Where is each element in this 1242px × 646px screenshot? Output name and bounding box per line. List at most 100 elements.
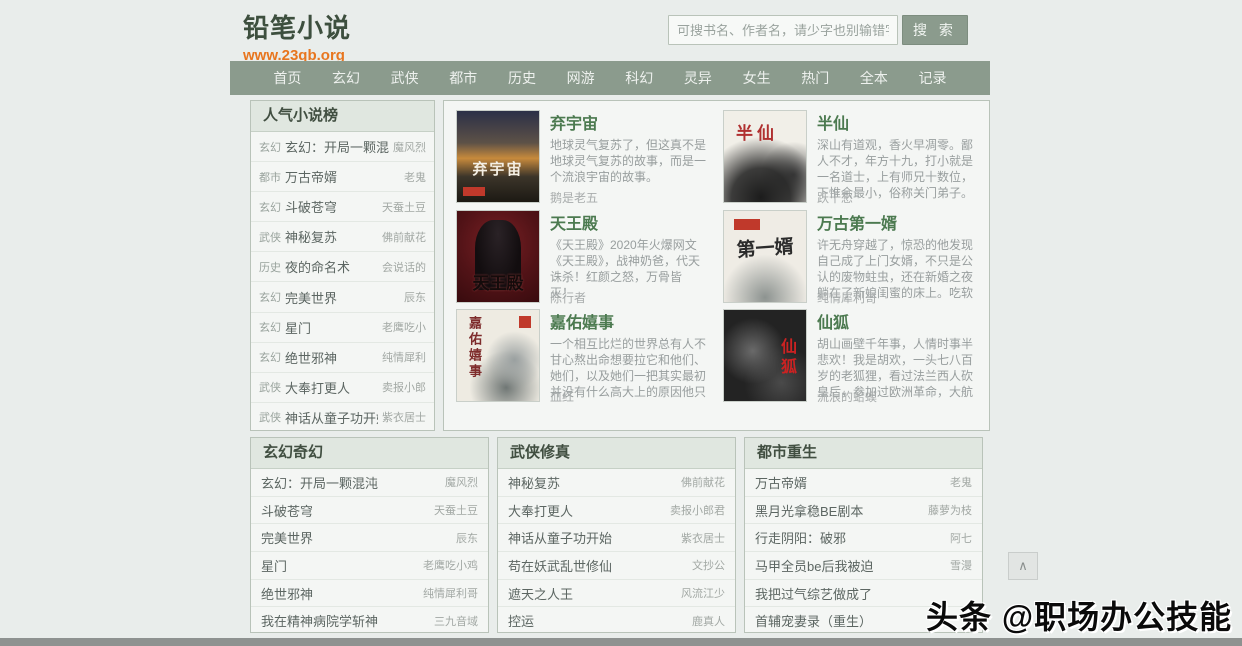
rank-book-author[interactable]: 佛前献花 — [382, 229, 426, 245]
book-cover[interactable]: 半仙 — [723, 110, 807, 203]
rank-category[interactable]: 玄幻 — [259, 349, 281, 365]
section-book-author[interactable]: 魔风烈 — [445, 474, 478, 490]
section-book-title[interactable]: 星门 — [261, 556, 417, 575]
rank-book-title[interactable]: 斗破苍穹 — [285, 197, 378, 216]
section-book-title[interactable]: 完美世界 — [261, 528, 450, 547]
section-book-title[interactable]: 控运 — [508, 611, 686, 630]
section-book-title[interactable]: 绝世邪神 — [261, 584, 417, 603]
section-book-author[interactable]: 风流江少 — [681, 585, 725, 601]
search-button[interactable]: 搜 索 — [902, 15, 968, 45]
rank-book-title[interactable]: 神秘复苏 — [285, 227, 378, 246]
rank-category[interactable]: 玄幻 — [259, 319, 281, 335]
rank-book-author[interactable]: 紫衣居士 — [382, 409, 426, 425]
nav-item[interactable]: 武侠 — [391, 68, 419, 88]
book-title[interactable]: 仙狐 — [817, 309, 977, 333]
section-panel: 玄幻奇幻玄幻：开局一颗混沌魔风烈斗破苍穹天蚕土豆完美世界辰东星门老鹰吃小鸡绝世邪… — [250, 437, 489, 633]
section-book-title[interactable]: 遮天之人王 — [508, 584, 675, 603]
nav-item[interactable]: 灵异 — [684, 68, 712, 88]
rank-book-title[interactable]: 绝世邪神 — [285, 348, 378, 367]
section-book-author[interactable]: 鹿真人 — [692, 613, 725, 629]
rank-book-author[interactable]: 老鬼 — [404, 169, 426, 185]
rank-book-title[interactable]: 神话从童子功开始 — [285, 408, 378, 427]
section-book-author[interactable]: 阿七 — [950, 530, 972, 546]
rank-category[interactable]: 玄幻 — [259, 289, 281, 305]
section-book-title[interactable]: 行走阴阳：破邪 — [755, 528, 944, 547]
section-book-author[interactable]: 纯情犀利哥 — [423, 585, 478, 601]
book-cover[interactable]: 嘉佑嬉事 — [456, 309, 540, 402]
nav-item[interactable]: 全本 — [860, 68, 888, 88]
book-author[interactable]: 鹅是老五 — [550, 189, 598, 206]
book-title[interactable]: 天王殿 — [550, 210, 709, 234]
rank-category[interactable]: 武侠 — [259, 379, 281, 395]
nav-item[interactable]: 网游 — [567, 68, 595, 88]
section-book-author[interactable]: 紫衣居士 — [681, 530, 725, 546]
section-book-author[interactable]: 文抄公 — [692, 557, 725, 573]
section-book-author[interactable]: 三九音域 — [434, 613, 478, 629]
section-book-title[interactable]: 玄幻：开局一颗混沌 — [261, 473, 439, 492]
book-title[interactable]: 嘉佑嬉事 — [550, 309, 709, 333]
rank-book-author[interactable]: 辰东 — [404, 289, 426, 305]
section-book-author[interactable]: 老鬼 — [950, 474, 972, 490]
section-book-author[interactable]: 卖报小郎君 — [670, 502, 725, 518]
rank-book-author[interactable]: 卖报小郎 — [382, 379, 426, 395]
section-book-author[interactable]: 佛前献花 — [681, 474, 725, 490]
section-book-title[interactable]: 苟在妖武乱世修仙 — [508, 556, 686, 575]
rank-book-author[interactable]: 天蚕土豆 — [382, 199, 426, 215]
book-author[interactable]: 血红 — [550, 388, 574, 405]
book-title[interactable]: 半仙 — [817, 110, 977, 134]
nav-item[interactable]: 热门 — [801, 68, 829, 88]
nav-item[interactable]: 玄幻 — [332, 68, 360, 88]
rank-category[interactable]: 都市 — [259, 169, 281, 185]
search-input[interactable] — [668, 15, 898, 45]
nav-item[interactable]: 历史 — [508, 68, 536, 88]
section-book-title[interactable]: 我在精神病院学斩神 — [261, 611, 428, 630]
rank-book-title[interactable]: 玄幻：开局一颗混 — [285, 137, 389, 156]
nav-item[interactable]: 科幻 — [625, 68, 653, 88]
rank-book-title[interactable]: 夜的命名术 — [285, 257, 378, 276]
section-book-title[interactable]: 马甲全员be后我被迫 — [755, 556, 944, 575]
nav-item[interactable]: 记录 — [919, 68, 947, 88]
section-row: 黑月光拿稳BE剧本藤萝为枝 — [745, 496, 982, 524]
rank-book-title[interactable]: 万古帝婿 — [285, 167, 400, 186]
rank-book-title[interactable]: 大奉打更人 — [285, 378, 378, 397]
nav-item[interactable]: 女生 — [743, 68, 771, 88]
book-author[interactable]: 跃千愁 — [817, 189, 853, 206]
rank-category[interactable]: 玄幻 — [259, 199, 281, 215]
section-book-title[interactable]: 黑月光拿稳BE剧本 — [755, 501, 922, 520]
book-cover[interactable]: 第一婿 — [723, 210, 807, 303]
section-book-author[interactable]: 老鹰吃小鸡 — [423, 557, 478, 573]
book-title[interactable]: 弃宇宙 — [550, 110, 709, 134]
section-book-author[interactable]: 藤萝为枝 — [928, 502, 972, 518]
book-author[interactable]: 陈行者 — [550, 289, 586, 306]
section-book-title[interactable]: 斗破苍穹 — [261, 501, 428, 520]
back-to-top-button[interactable]: ∧ — [1008, 552, 1038, 580]
section-book-author[interactable]: 雪漫 — [950, 557, 972, 573]
nav-item[interactable]: 都市 — [449, 68, 477, 88]
section-book-author[interactable]: 天蚕土豆 — [434, 502, 478, 518]
rank-book-title[interactable]: 完美世界 — [285, 288, 400, 307]
book-author[interactable]: 纯情犀利哥 — [817, 289, 877, 306]
section-book-title[interactable]: 神话从童子功开始 — [508, 528, 675, 547]
rank-book-author[interactable]: 会说话的 — [382, 259, 426, 275]
book-author[interactable]: 流浪的蛤蟆 — [817, 388, 877, 405]
book-cover[interactable]: 弃宇宙 — [456, 110, 540, 203]
rank-book-author[interactable]: 魔风烈 — [393, 139, 426, 155]
rank-book-title[interactable]: 星门 — [285, 318, 378, 337]
book-title[interactable]: 万古第一婿 — [817, 210, 977, 234]
rank-category[interactable]: 武侠 — [259, 409, 281, 425]
rank-book-author[interactable]: 老鹰吃小 — [382, 319, 426, 335]
section-book-title[interactable]: 万古帝婿 — [755, 473, 944, 492]
book-cover[interactable]: 天王殿 — [456, 210, 540, 303]
rank-category[interactable]: 玄幻 — [259, 139, 281, 155]
site-logo[interactable]: 铅笔小说 — [243, 8, 351, 45]
book-card: 天王殿天王殿《天王殿》2020年火爆网文《天王殿》，战神奶爸，代天诛杀！红颜之怒… — [456, 210, 709, 306]
book-info: 半仙深山有道观，香火早凋零。鄙人不才，年方十九，打小就是一名道士，上有师兄十数位… — [817, 110, 977, 206]
nav-item[interactable]: 首页 — [273, 68, 301, 88]
book-cover[interactable]: 仙狐 — [723, 309, 807, 402]
rank-category[interactable]: 历史 — [259, 259, 281, 275]
section-book-title[interactable]: 大奉打更人 — [508, 501, 664, 520]
rank-book-author[interactable]: 纯情犀利 — [382, 349, 426, 365]
section-book-title[interactable]: 神秘复苏 — [508, 473, 675, 492]
section-book-author[interactable]: 辰东 — [456, 530, 478, 546]
rank-category[interactable]: 武侠 — [259, 229, 281, 245]
